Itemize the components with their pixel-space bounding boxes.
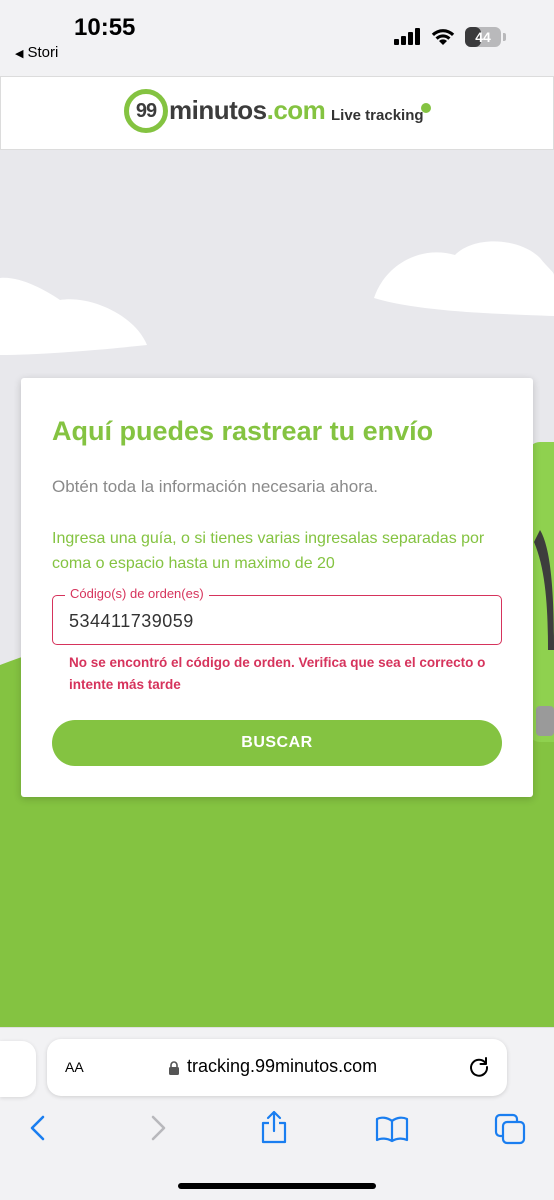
back-arrow-icon[interactable]: [28, 1114, 48, 1142]
battery-cap: [503, 33, 506, 41]
status-bar: 10:55 ◀ Stori 44: [0, 0, 554, 76]
wifi-icon: [431, 29, 455, 45]
tracking-card: Aquí puedes rastrear tu envío Obtén toda…: [21, 378, 533, 797]
order-code-field[interactable]: Código(s) de orden(es): [52, 586, 502, 645]
site-header: 99 minutos.com Live tracking: [0, 76, 554, 150]
battery-level: 44: [475, 29, 491, 45]
search-button[interactable]: BUSCAR: [52, 720, 502, 766]
logo-domain: .com: [266, 95, 326, 125]
reload-icon[interactable]: [468, 1056, 490, 1078]
card-instructions: Ingresa una guía, o si tienes varias ing…: [52, 530, 485, 572]
logo-name: minutos: [169, 95, 267, 125]
order-error-message: No se encontró el código de orden. Verif…: [69, 655, 486, 692]
back-to-app-link[interactable]: ◀ Stori: [15, 44, 58, 61]
live-tracking-label: Live tracking: [331, 107, 424, 124]
back-app-label: Stori: [27, 44, 59, 61]
order-code-label: Código(s) de orden(es): [65, 586, 209, 601]
aa-label: AA: [65, 1059, 84, 1075]
url-text[interactable]: tracking.99minutos.com: [187, 1056, 377, 1077]
bookmarks-icon[interactable]: [375, 1115, 409, 1143]
share-icon[interactable]: [260, 1110, 288, 1144]
tabs-icon[interactable]: [494, 1113, 526, 1145]
card-title: Aquí puedes rastrear tu envío: [52, 416, 434, 446]
logo-stopwatch-icon[interactable]: 99: [124, 89, 168, 133]
forward-arrow-icon[interactable]: [148, 1114, 168, 1142]
cellular-signal-icon: [394, 28, 420, 45]
lock-icon: [169, 1061, 179, 1075]
status-time: 10:55: [74, 14, 136, 41]
live-status-dot: [421, 103, 431, 113]
logo-number: 99: [135, 100, 157, 122]
page-settings-button[interactable]: AA: [65, 1055, 84, 1078]
previous-tab-preview[interactable]: [0, 1041, 36, 1097]
battery-icon: 44: [465, 27, 501, 47]
logo-wordmark[interactable]: minutos.com: [169, 95, 326, 126]
back-triangle-icon: ◀: [15, 48, 24, 60]
card-subtitle: Obtén toda la información necesaria ahor…: [52, 477, 379, 496]
home-indicator[interactable]: [178, 1183, 376, 1189]
browser-bottom-bar: AA tracking.99minutos.com: [0, 1027, 554, 1200]
order-code-input[interactable]: [69, 609, 479, 633]
address-bar[interactable]: AA tracking.99minutos.com: [47, 1039, 507, 1096]
